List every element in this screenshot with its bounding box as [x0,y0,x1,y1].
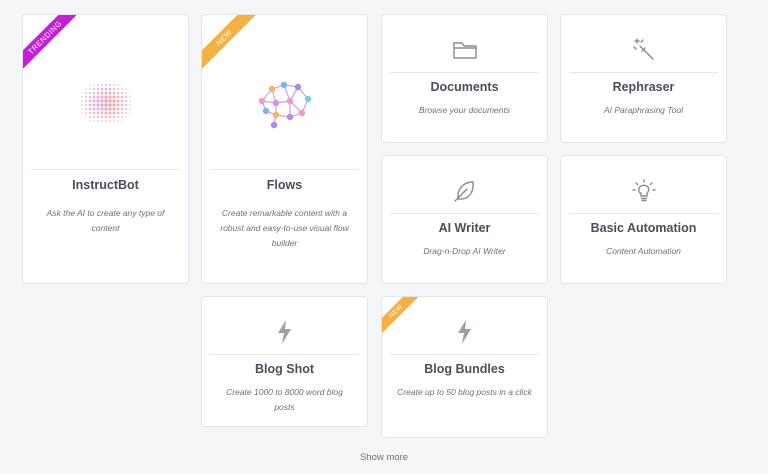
folder-icon [382,35,547,65]
card-title: Blog Shot [254,362,314,376]
card-rephraser[interactable]: Rephraser AI Paraphrasing Tool [560,14,727,143]
card-description: AI Paraphrasing Tool [603,105,684,115]
card-divider [390,354,539,355]
card-title: Blog Bundles [424,362,505,376]
card-title: Flows [266,178,303,192]
card-divider [569,213,718,214]
card-description: Create remarkable content with a robust … [220,208,349,248]
card-flows[interactable]: NEW Flows Create remarkable content with… [201,14,368,284]
ribbon-label: NEW [202,15,262,75]
card-title: InstructBot [72,178,139,192]
card-title: Basic Automation [590,221,697,235]
card-divider [390,213,539,214]
card-ai-writer[interactable]: AI Writer Drag-n-Drop AI Writer [381,155,548,284]
lightning-icon [202,317,367,347]
card-title: Documents [430,80,499,94]
card-divider [210,169,359,170]
dotted-brain-icon [23,67,188,139]
card-divider [390,72,539,73]
card-basic-automation[interactable]: Basic Automation Content Automation [560,155,727,284]
network-brain-icon [202,67,367,139]
card-description: Create 1000 to 8000 word blog posts [226,387,343,412]
card-blog-bundles[interactable]: NEW Blog Bundles Create up to 50 blog po… [381,296,548,438]
card-title: AI Writer [438,221,491,235]
card-documents[interactable]: Documents Browse your documents [381,14,548,143]
card-description: Create up to 50 blog posts in a click [397,387,532,397]
card-description: Browse your documents [418,105,511,115]
card-description: Ask the AI to create any type of content [46,208,165,233]
card-description: Drag-n-Drop AI Writer [423,246,506,256]
magic-wand-icon [561,35,726,65]
lightbulb-icon [561,176,726,206]
card-divider [210,354,359,355]
feather-icon [382,176,547,206]
card-title: Rephraser [612,80,675,94]
lightning-icon [382,317,547,347]
show-more-link[interactable]: Show more [0,452,768,463]
card-instructbot[interactable]: TRENDING InstructBot Ask the AI to creat… [22,14,189,284]
card-divider [569,72,718,73]
card-divider [31,169,180,170]
card-description: Content Automation [606,246,681,256]
card-blog-shot[interactable]: Blog Shot Create 1000 to 8000 word blog … [201,296,368,427]
ribbon-label: TRENDING [23,15,83,75]
